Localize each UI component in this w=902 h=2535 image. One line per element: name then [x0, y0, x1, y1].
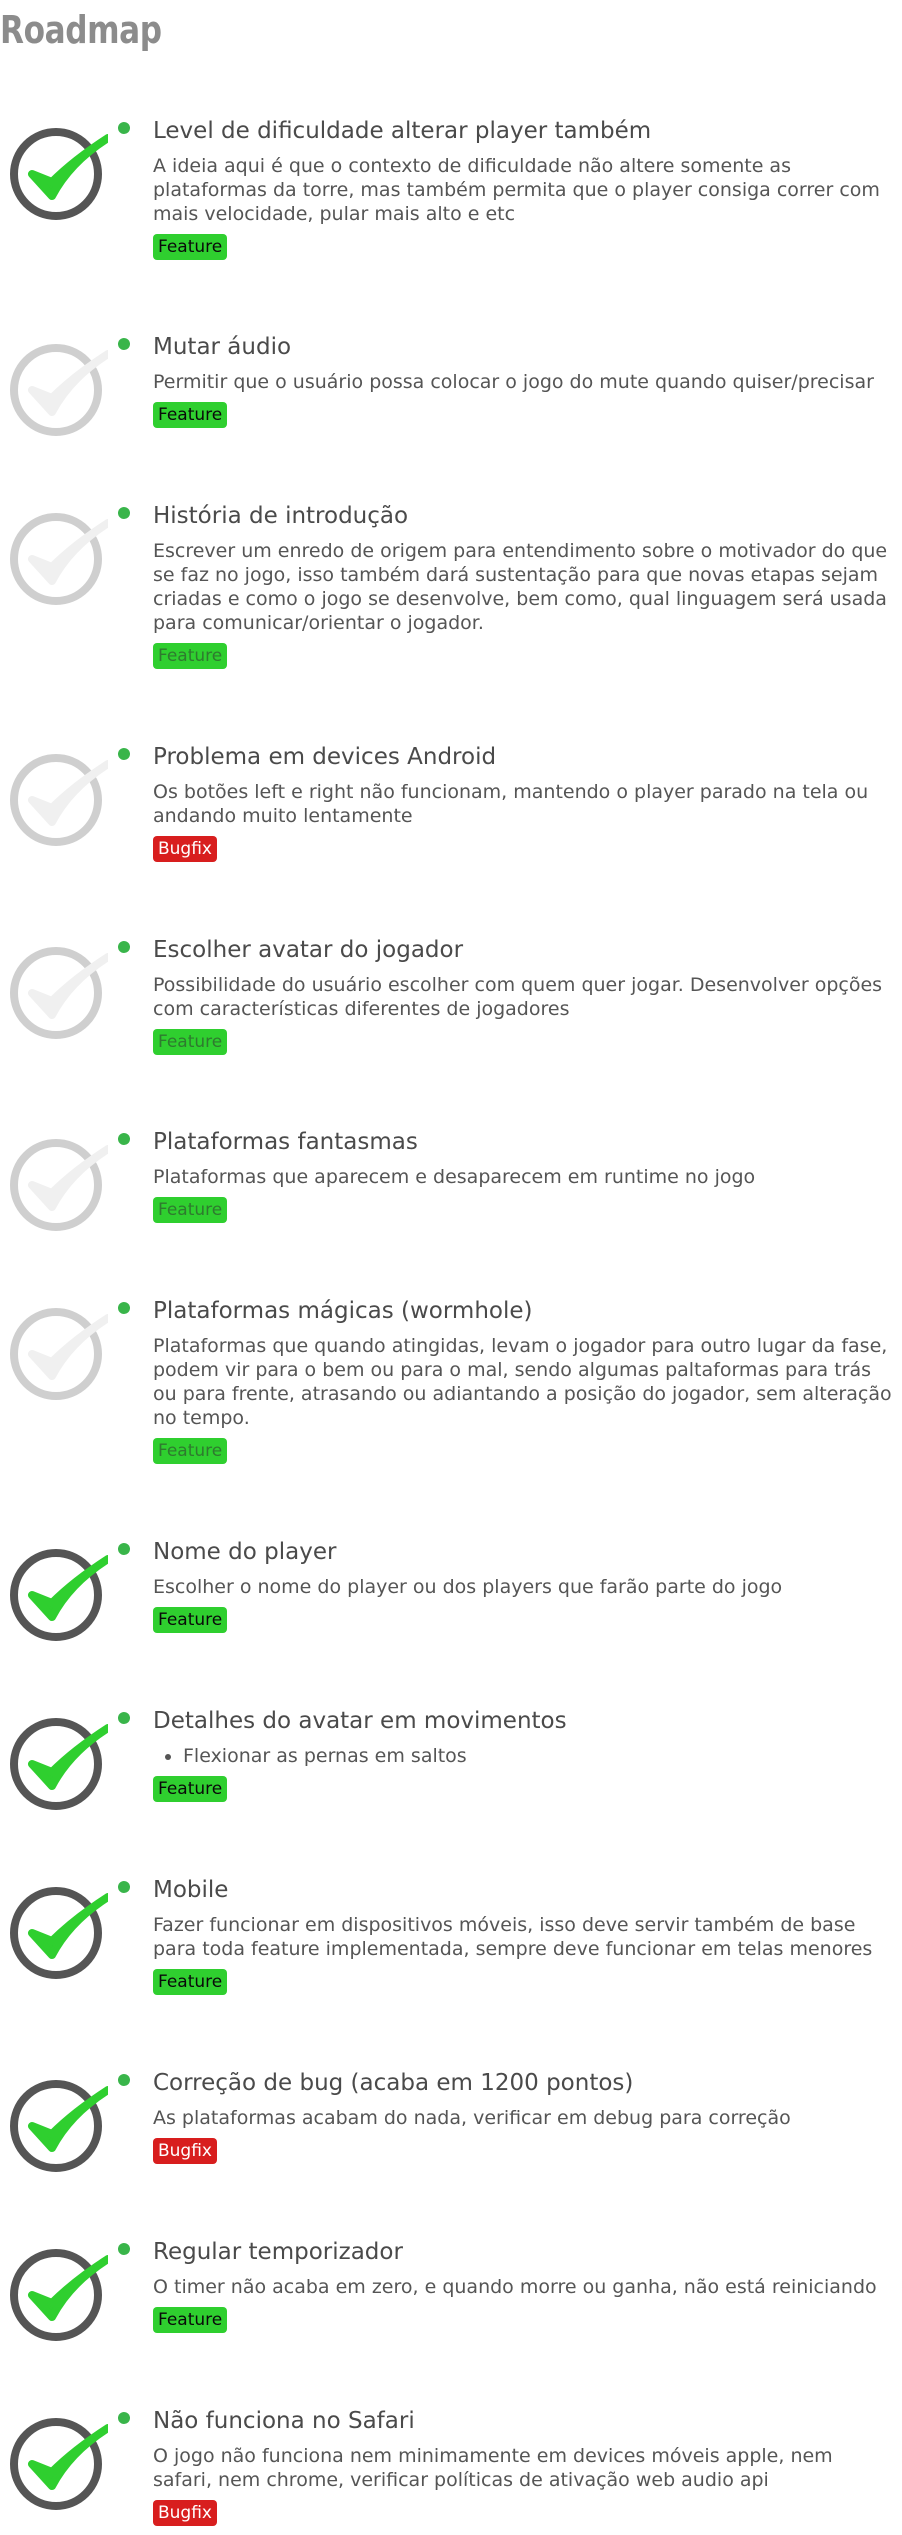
roadmap-item-title: Correção de bug (acaba em 1200 pontos) — [153, 2070, 634, 2096]
roadmap-item-description: O timer não acaba em zero, e quando morr… — [153, 2276, 877, 2298]
roadmap-item-body: Mutar áudio Permitir que o usuário possa … — [153, 332, 893, 428]
bugfix-tag: Bugfix — [153, 2500, 217, 2526]
roadmap-item-description: Flexionar as pernas em saltos — [153, 1744, 893, 1768]
feature-tag: Feature — [153, 643, 228, 669]
roadmap-item-description: Fazer funcionar em dispositivos móveis, … — [153, 1914, 873, 1960]
feature-tag: Feature — [153, 402, 228, 428]
checkmark-done-icon — [10, 2418, 108, 2510]
roadmap-item-title: Escolher avatar do jogador — [153, 937, 464, 963]
status-dot — [118, 1543, 130, 1555]
bugfix-tag: Bugfix — [153, 2138, 217, 2164]
checkmark-done-icon — [10, 128, 108, 220]
status-dot — [118, 748, 130, 760]
checkmark-pending-icon — [10, 1308, 108, 1400]
roadmap-item-body: Detalhes do avatar em movimentos Flexiona… — [153, 1706, 893, 1802]
checkmark-pending-icon — [10, 513, 108, 605]
roadmap-item-title: Mobile — [153, 1877, 229, 1903]
status-dot — [118, 2412, 130, 2424]
roadmap-item-description: Escrever um enredo de origem para entend… — [153, 540, 888, 634]
roadmap-item-body: Regular temporizador O timer não acaba em… — [153, 2237, 893, 2333]
roadmap-item-title: Nome do player — [153, 1539, 337, 1565]
bugfix-tag: Bugfix — [153, 836, 217, 862]
roadmap-item-description: Permitir que o usuário possa colocar o j… — [153, 371, 874, 393]
page-title: Roadmap — [0, 8, 162, 52]
roadmap-item-title: Detalhes do avatar em movimentos — [153, 1708, 567, 1734]
feature-tag: Feature — [153, 1776, 228, 1802]
checkmark-pending-icon — [10, 754, 108, 846]
roadmap-item-description: Plataformas que quando atingidas, levam … — [153, 1335, 892, 1429]
roadmap-item-title: Plataformas fantasmas — [153, 1129, 418, 1155]
roadmap-item-title: Mutar áudio — [153, 334, 292, 360]
status-dot — [118, 1881, 130, 1893]
checkmark-done-icon — [10, 1549, 108, 1641]
roadmap-item-description: A ideia aqui é que o contexto de dificul… — [153, 155, 880, 225]
feature-tag: Feature — [153, 2307, 228, 2333]
feature-tag: Feature — [153, 1607, 228, 1633]
status-dot — [118, 1302, 130, 1314]
checkmark-pending-icon — [10, 1139, 108, 1231]
roadmap-item-description: Escolher o nome do player ou dos players… — [153, 1576, 783, 1598]
roadmap-item-description: O jogo não funciona nem minimamente em d… — [153, 2445, 833, 2491]
roadmap-item-body: Plataformas fantasmas Plataformas que apa… — [153, 1127, 893, 1223]
roadmap-item-title: Regular temporizador — [153, 2239, 403, 2265]
status-dot — [118, 122, 130, 134]
roadmap-item-description: Possibilidade do usuário escolher com qu… — [153, 974, 883, 1020]
checkmark-done-icon — [10, 1718, 108, 1810]
roadmap-item-title: Não funciona no Safari — [153, 2408, 415, 2434]
status-dot — [118, 2243, 130, 2255]
status-dot — [118, 507, 130, 519]
roadmap-item-body: História de introdução Escrever um enredo… — [153, 501, 893, 669]
status-dot — [118, 941, 130, 953]
roadmap-item-body: Nome do player Escolher o nome do player … — [153, 1537, 893, 1633]
checkmark-done-icon — [10, 1887, 108, 1979]
status-dot — [118, 2074, 130, 2086]
roadmap-item-body: Problema em devices Android Os botões lef… — [153, 742, 893, 862]
bullet-item: Flexionar as pernas em saltos — [183, 1744, 893, 1768]
checkmark-pending-icon — [10, 344, 108, 436]
feature-tag: Feature — [153, 1197, 228, 1223]
bullet-list: Flexionar as pernas em saltos — [153, 1744, 893, 1768]
roadmap-item-body: Plataformas mágicas (wormhole) Plataforma… — [153, 1296, 893, 1464]
checkmark-done-icon — [10, 2249, 108, 2341]
feature-tag: Feature — [153, 1438, 228, 1464]
status-dot — [118, 1712, 130, 1724]
roadmap-item-description: Os botões left e right não funcionam, ma… — [153, 781, 869, 827]
roadmap-item-title: Problema em devices Android — [153, 744, 497, 770]
roadmap-item-title: História de introdução — [153, 503, 409, 529]
checkmark-done-icon — [10, 2080, 108, 2172]
checkmark-pending-icon — [10, 947, 108, 1039]
roadmap-item-body: Correção de bug (acaba em 1200 pontos) As… — [153, 2068, 893, 2164]
feature-tag: Feature — [153, 1029, 228, 1055]
roadmap-item-body: Escolher avatar do jogador Possibilidade … — [153, 935, 893, 1055]
status-dot — [118, 338, 130, 350]
roadmap-item-body: Mobile Fazer funcionar em dispositivos mó… — [153, 1875, 893, 1995]
roadmap-item-title: Plataformas mágicas (wormhole) — [153, 1298, 533, 1324]
roadmap-item-description: As plataformas acabam do nada, verificar… — [153, 2107, 791, 2129]
roadmap-item-description: Plataformas que aparecem e desaparecem e… — [153, 1166, 756, 1188]
feature-tag: Feature — [153, 1969, 228, 1995]
roadmap-item-title: Level de dificuldade alterar player tamb… — [153, 118, 652, 144]
feature-tag: Feature — [153, 234, 228, 260]
status-dot — [118, 1133, 130, 1145]
roadmap-item-body: Não funciona no Safari O jogo não funcion… — [153, 2406, 893, 2526]
roadmap-item-body: Level de dificuldade alterar player tamb… — [153, 116, 893, 260]
